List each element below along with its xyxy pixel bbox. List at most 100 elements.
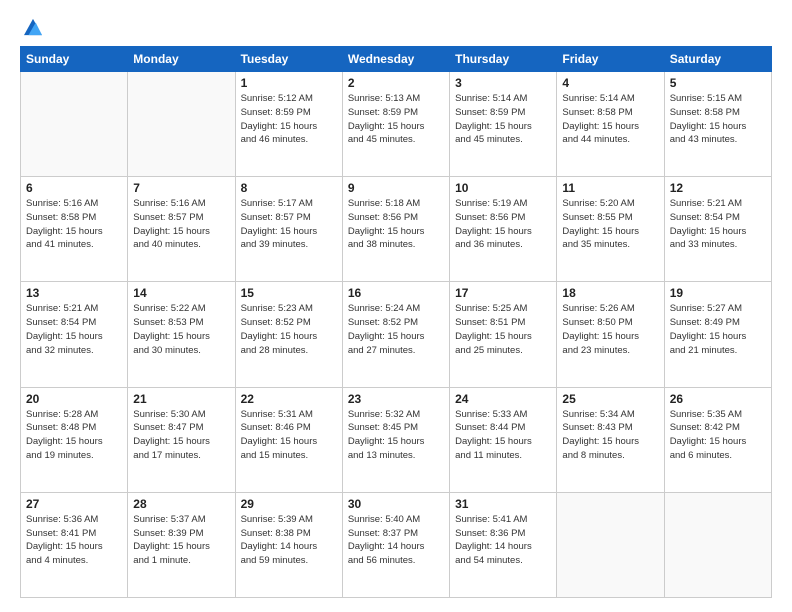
day-number: 13 [26, 286, 122, 300]
day-of-week-header: Sunday [21, 47, 128, 72]
day-info: Sunrise: 5:30 AM Sunset: 8:47 PM Dayligh… [133, 408, 229, 463]
calendar-cell: 24 Sunrise: 5:33 AM Sunset: 8:44 PM Dayli… [450, 387, 557, 492]
day-info: Sunrise: 5:16 AM Sunset: 8:58 PM Dayligh… [26, 197, 122, 252]
day-info: Sunrise: 5:34 AM Sunset: 8:43 PM Dayligh… [562, 408, 658, 463]
page: SundayMondayTuesdayWednesdayThursdayFrid… [0, 0, 792, 612]
calendar-cell: 3 Sunrise: 5:14 AM Sunset: 8:59 PM Daylig… [450, 72, 557, 177]
day-info: Sunrise: 5:31 AM Sunset: 8:46 PM Dayligh… [241, 408, 337, 463]
calendar-cell: 28 Sunrise: 5:37 AM Sunset: 8:39 PM Dayli… [128, 492, 235, 597]
calendar-cell: 29 Sunrise: 5:39 AM Sunset: 8:38 PM Dayli… [235, 492, 342, 597]
day-info: Sunrise: 5:32 AM Sunset: 8:45 PM Dayligh… [348, 408, 444, 463]
calendar-cell: 20 Sunrise: 5:28 AM Sunset: 8:48 PM Dayli… [21, 387, 128, 492]
day-number: 21 [133, 392, 229, 406]
calendar-cell: 7Sunrise: 5:16 AM Sunset: 8:57 PM Daylig… [128, 177, 235, 282]
day-info: Sunrise: 5:21 AM Sunset: 8:54 PM Dayligh… [26, 302, 122, 357]
calendar-cell: 11 Sunrise: 5:20 AM Sunset: 8:55 PM Dayli… [557, 177, 664, 282]
day-of-week-header: Saturday [664, 47, 771, 72]
day-info: Sunrise: 5:39 AM Sunset: 8:38 PM Dayligh… [241, 513, 337, 568]
day-info: Sunrise: 5:14 AM Sunset: 8:59 PM Dayligh… [455, 92, 551, 147]
calendar-cell: 27 Sunrise: 5:36 AM Sunset: 8:41 PM Dayli… [21, 492, 128, 597]
calendar-cell: 1 Sunrise: 5:12 AM Sunset: 8:59 PM Daylig… [235, 72, 342, 177]
day-number: 12 [670, 181, 766, 195]
day-number: 6 [26, 181, 122, 195]
day-info: Sunrise: 5:12 AM Sunset: 8:59 PM Dayligh… [241, 92, 337, 147]
day-number: 8 [241, 181, 337, 195]
day-number: 26 [670, 392, 766, 406]
day-number: 30 [348, 497, 444, 511]
calendar-cell: 8Sunrise: 5:17 AM Sunset: 8:57 PM Daylig… [235, 177, 342, 282]
day-number: 9 [348, 181, 444, 195]
calendar-cell: 6 Sunrise: 5:16 AM Sunset: 8:58 PM Daylig… [21, 177, 128, 282]
day-number: 23 [348, 392, 444, 406]
day-info: Sunrise: 5:18 AM Sunset: 8:56 PM Dayligh… [348, 197, 444, 252]
day-info: Sunrise: 5:20 AM Sunset: 8:55 PM Dayligh… [562, 197, 658, 252]
day-info: Sunrise: 5:37 AM Sunset: 8:39 PM Dayligh… [133, 513, 229, 568]
day-number: 15 [241, 286, 337, 300]
day-info: Sunrise: 5:25 AM Sunset: 8:51 PM Dayligh… [455, 302, 551, 357]
day-number: 25 [562, 392, 658, 406]
day-of-week-header: Monday [128, 47, 235, 72]
day-number: 18 [562, 286, 658, 300]
day-number: 5 [670, 76, 766, 90]
day-number: 11 [562, 181, 658, 195]
day-info: Sunrise: 5:36 AM Sunset: 8:41 PM Dayligh… [26, 513, 122, 568]
calendar-cell: 19Sunrise: 5:27 AM Sunset: 8:49 PM Dayli… [664, 282, 771, 387]
calendar-cell: 16Sunrise: 5:24 AM Sunset: 8:52 PM Dayli… [342, 282, 449, 387]
calendar-cell: 10 Sunrise: 5:19 AM Sunset: 8:56 PM Dayli… [450, 177, 557, 282]
header [20, 18, 772, 36]
day-info: Sunrise: 5:13 AM Sunset: 8:59 PM Dayligh… [348, 92, 444, 147]
day-info: Sunrise: 5:15 AM Sunset: 8:58 PM Dayligh… [670, 92, 766, 147]
calendar-cell: 21 Sunrise: 5:30 AM Sunset: 8:47 PM Dayli… [128, 387, 235, 492]
day-info: Sunrise: 5:40 AM Sunset: 8:37 PM Dayligh… [348, 513, 444, 568]
day-number: 27 [26, 497, 122, 511]
calendar-cell: 17 Sunrise: 5:25 AM Sunset: 8:51 PM Dayli… [450, 282, 557, 387]
calendar-cell: 25 Sunrise: 5:34 AM Sunset: 8:43 PM Dayli… [557, 387, 664, 492]
calendar-cell [557, 492, 664, 597]
calendar-cell: 15 Sunrise: 5:23 AM Sunset: 8:52 PM Dayli… [235, 282, 342, 387]
calendar-cell: 12Sunrise: 5:21 AM Sunset: 8:54 PM Dayli… [664, 177, 771, 282]
day-number: 4 [562, 76, 658, 90]
day-info: Sunrise: 5:28 AM Sunset: 8:48 PM Dayligh… [26, 408, 122, 463]
day-number: 14 [133, 286, 229, 300]
calendar-week-row: 6 Sunrise: 5:16 AM Sunset: 8:58 PM Daylig… [21, 177, 772, 282]
logo [20, 18, 42, 36]
day-number: 19 [670, 286, 766, 300]
calendar-week-row: 1 Sunrise: 5:12 AM Sunset: 8:59 PM Daylig… [21, 72, 772, 177]
day-info: Sunrise: 5:23 AM Sunset: 8:52 PM Dayligh… [241, 302, 337, 357]
calendar-cell: 4 Sunrise: 5:14 AM Sunset: 8:58 PM Daylig… [557, 72, 664, 177]
day-info: Sunrise: 5:41 AM Sunset: 8:36 PM Dayligh… [455, 513, 551, 568]
day-info: Sunrise: 5:35 AM Sunset: 8:42 PM Dayligh… [670, 408, 766, 463]
day-of-week-header: Wednesday [342, 47, 449, 72]
day-info: Sunrise: 5:22 AM Sunset: 8:53 PM Dayligh… [133, 302, 229, 357]
calendar-cell: 14 Sunrise: 5:22 AM Sunset: 8:53 PM Dayli… [128, 282, 235, 387]
day-number: 24 [455, 392, 551, 406]
calendar-header-row: SundayMondayTuesdayWednesdayThursdayFrid… [21, 47, 772, 72]
calendar-week-row: 20 Sunrise: 5:28 AM Sunset: 8:48 PM Dayli… [21, 387, 772, 492]
day-number: 10 [455, 181, 551, 195]
day-number: 22 [241, 392, 337, 406]
day-info: Sunrise: 5:33 AM Sunset: 8:44 PM Dayligh… [455, 408, 551, 463]
day-number: 3 [455, 76, 551, 90]
day-info: Sunrise: 5:14 AM Sunset: 8:58 PM Dayligh… [562, 92, 658, 147]
day-of-week-header: Friday [557, 47, 664, 72]
day-of-week-header: Tuesday [235, 47, 342, 72]
day-info: Sunrise: 5:24 AM Sunset: 8:52 PM Dayligh… [348, 302, 444, 357]
calendar-cell: 23 Sunrise: 5:32 AM Sunset: 8:45 PM Dayli… [342, 387, 449, 492]
calendar-cell: 31Sunrise: 5:41 AM Sunset: 8:36 PM Dayli… [450, 492, 557, 597]
day-info: Sunrise: 5:19 AM Sunset: 8:56 PM Dayligh… [455, 197, 551, 252]
calendar-cell: 5 Sunrise: 5:15 AM Sunset: 8:58 PM Daylig… [664, 72, 771, 177]
day-number: 1 [241, 76, 337, 90]
calendar-cell: 18Sunrise: 5:26 AM Sunset: 8:50 PM Dayli… [557, 282, 664, 387]
calendar-cell: 2Sunrise: 5:13 AM Sunset: 8:59 PM Daylig… [342, 72, 449, 177]
day-number: 28 [133, 497, 229, 511]
calendar-cell [21, 72, 128, 177]
day-of-week-header: Thursday [450, 47, 557, 72]
day-number: 17 [455, 286, 551, 300]
calendar-cell [664, 492, 771, 597]
day-number: 20 [26, 392, 122, 406]
day-info: Sunrise: 5:16 AM Sunset: 8:57 PM Dayligh… [133, 197, 229, 252]
day-number: 29 [241, 497, 337, 511]
calendar-cell: 26 Sunrise: 5:35 AM Sunset: 8:42 PM Dayli… [664, 387, 771, 492]
calendar-table: SundayMondayTuesdayWednesdayThursdayFrid… [20, 46, 772, 598]
calendar-cell: 22 Sunrise: 5:31 AM Sunset: 8:46 PM Dayli… [235, 387, 342, 492]
